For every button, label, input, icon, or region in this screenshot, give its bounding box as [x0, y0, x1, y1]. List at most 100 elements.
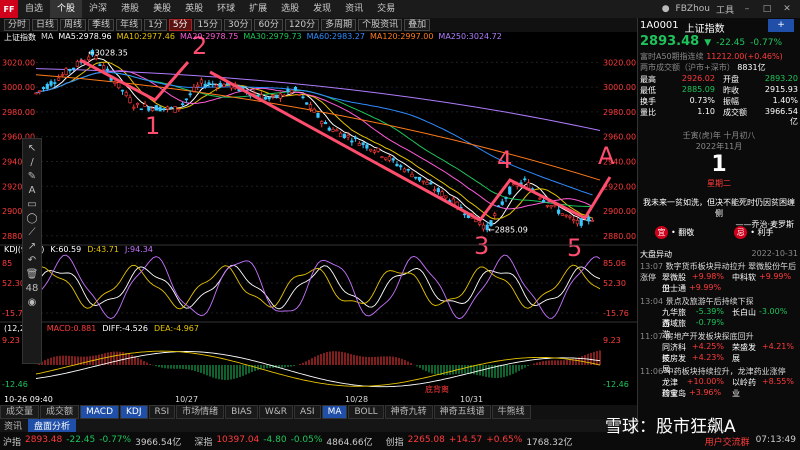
menu-item[interactable]: 发现 — [306, 0, 338, 18]
indicator-tab[interactable]: 牛熊线 — [491, 405, 531, 419]
indicator-tab[interactable]: KDJ — [120, 405, 148, 419]
period-button[interactable]: 分时 — [4, 19, 31, 31]
period-button[interactable]: 60分 — [254, 19, 283, 31]
period-button[interactable]: 周线 — [60, 19, 87, 31]
draw-tool-icon[interactable]: ↶ — [28, 255, 36, 266]
period-button[interactable]: 年线 — [116, 19, 143, 31]
draw-tool-icon[interactable]: ▭ — [27, 199, 36, 210]
draw-tool-icon[interactable]: ◉ — [28, 297, 37, 308]
news-item[interactable]: 11:07 房地产开发板块探底回升 — [640, 331, 754, 342]
period-button[interactable]: 叠加 — [404, 19, 431, 31]
menu-item[interactable]: 英股 — [178, 0, 210, 18]
wave-label: A — [598, 142, 615, 170]
period-button[interactable]: 多周期 — [321, 19, 357, 31]
menu-item[interactable]: 交易 — [370, 0, 402, 18]
stock-chip[interactable]: 长白山 -3.00% — [732, 307, 794, 329]
draw-tool-icon[interactable]: ↗ — [28, 241, 36, 252]
ji-text: • 利手 — [750, 228, 774, 237]
menu-item[interactable]: 选股 — [274, 0, 306, 18]
indicator-tab[interactable]: 神奇九转 — [384, 405, 433, 419]
candle-body — [508, 186, 512, 195]
candle-body — [75, 61, 79, 67]
candle-body — [173, 106, 177, 113]
close-icon[interactable]: ✕ — [780, 4, 794, 14]
menu-item[interactable]: 自选 — [18, 0, 50, 18]
minimize-icon[interactable]: – — [740, 4, 754, 14]
draw-tool-icon[interactable]: ✎ — [28, 171, 36, 182]
tools-menu[interactable]: 工具 — [716, 3, 734, 16]
username[interactable]: FBZhou — [676, 4, 710, 14]
clock: 07:13:49 — [755, 434, 796, 445]
menu-item[interactable]: 环球 — [210, 0, 242, 18]
symbol-label: 上证指数 — [4, 33, 36, 42]
draw-tool-icon[interactable]: ↖ — [28, 143, 36, 154]
menu-item[interactable]: 扩展 — [242, 0, 274, 18]
user-avatar-icon[interactable]: ● — [662, 4, 670, 14]
indicator-tab[interactable]: MA — [321, 405, 348, 419]
period-button[interactable]: 个股资讯 — [358, 19, 403, 31]
news-item[interactable]: 11:06 中药板块持续拉升，龙津药业涨停 — [640, 366, 786, 377]
menubar-right: ● FBZhou 工具 – □ ✕ — [662, 3, 800, 16]
indicator-tab[interactable]: RSI — [148, 405, 176, 419]
stock-chip[interactable]: 珍宝岛 +3.96% — [662, 388, 724, 399]
period-toolbar: 分时 日线 周线 季线 年线 1分 5分 15分 30分 60分 120分 多周期 个股资讯 叠加 — [0, 18, 637, 32]
stock-chip[interactable]: 中科软 +9.99% — [732, 272, 794, 294]
news-stock-row: 卫士通 +9.99% — [640, 283, 724, 294]
price-tick-right: 3020.00 — [603, 58, 636, 67]
draw-tool-icon[interactable]: ⟋ — [29, 227, 36, 238]
period-button[interactable]: 120分 — [284, 19, 320, 31]
index-quote[interactable]: 创指 2265.08 +14.57 +0.65% 1768.32亿 — [386, 435, 573, 448]
menu-item[interactable]: 资讯 — [338, 0, 370, 18]
period-button[interactable]: 30分 — [224, 19, 253, 31]
period-button[interactable]: 15分 — [193, 19, 222, 31]
indicator-tab[interactable]: 成交额 — [40, 405, 80, 419]
candle-body — [199, 79, 204, 84]
candle-body — [346, 135, 350, 138]
period-button[interactable]: 5分 — [168, 19, 192, 31]
draw-tool-icon[interactable]: 48 — [26, 283, 39, 294]
info-tab[interactable]: 盘面分析 — [28, 419, 77, 432]
stock-name: 卫士通 — [662, 284, 686, 293]
menu-item[interactable]: 个股 — [50, 0, 83, 18]
candle-body — [293, 86, 298, 91]
indicator-tab[interactable]: 神奇五线谱 — [433, 405, 491, 419]
indicator-tab[interactable]: 市场情绪 — [176, 405, 225, 419]
candle-body — [282, 94, 286, 97]
news-item[interactable]: 13:04 景点及旅游午后持续下探 — [640, 296, 754, 307]
index-quote[interactable]: 沪指 2893.48 -22.45 -0.77% 3966.54亿 — [3, 435, 181, 448]
candle-body — [350, 140, 354, 143]
quote-label: 成交额 — [723, 108, 747, 117]
indicator-tab[interactable]: 成交量 — [0, 405, 40, 419]
drawing-toolbar: ↖ / ✎ A ▭ ◯ ⟋ ↗ ↶ 🗑 48 ◉ — [22, 138, 42, 364]
period-button[interactable]: 日线 — [32, 19, 59, 31]
ma-legend-item: MA — [41, 32, 54, 41]
draw-tool-icon[interactable]: / — [30, 157, 33, 168]
indicator-tab[interactable]: W&R — [258, 405, 294, 419]
info-tab[interactable]: 资讯 — [4, 419, 22, 432]
period-button[interactable]: 季线 — [88, 19, 115, 31]
menu-item[interactable]: 沪深 — [82, 0, 114, 18]
menu-item[interactable]: 美股 — [146, 0, 178, 18]
indicator-tab[interactable]: MACD — [80, 405, 120, 419]
kline-chart[interactable]: 3020.00 3020.00 3000.00 3000.00 2980.00 2980.… — [0, 32, 637, 405]
draw-tool-icon[interactable]: A — [29, 185, 36, 196]
macd-legend-item: DEA:-4.967 — [153, 324, 199, 333]
chart-area[interactable]: 3020.00 3020.00 3000.00 3000.00 2980.00 2980.… — [0, 32, 637, 405]
quote-label: 换手 — [640, 97, 656, 106]
indicator-tab[interactable]: ASI — [294, 405, 321, 419]
stock-chip[interactable]: 卫士通 +9.99% — [662, 283, 724, 294]
index-quote[interactable]: 深指 10397.04 -4.80 -0.05% 4864.66亿 — [194, 435, 372, 448]
menu-item[interactable]: 港股 — [114, 0, 146, 18]
add-watch-button[interactable]: + — [768, 19, 794, 32]
maximize-icon[interactable]: □ — [760, 4, 774, 14]
draw-tool-icon[interactable]: 🗑 — [26, 269, 39, 280]
draw-tool-icon[interactable]: ◯ — [26, 213, 37, 224]
candle-body — [196, 84, 200, 87]
candle-body — [181, 103, 185, 105]
stock-chip[interactable]: 荣盛发展 +4.21% — [732, 342, 794, 364]
period-button[interactable]: 1分 — [144, 19, 167, 31]
indicator-tab[interactable]: BOLL — [348, 405, 384, 419]
indicator-tab[interactable]: BIAS — [225, 405, 258, 419]
stock-pct: +4.21% — [761, 342, 794, 351]
stock-chip[interactable]: 以岭药业 +8.55% — [732, 377, 794, 399]
